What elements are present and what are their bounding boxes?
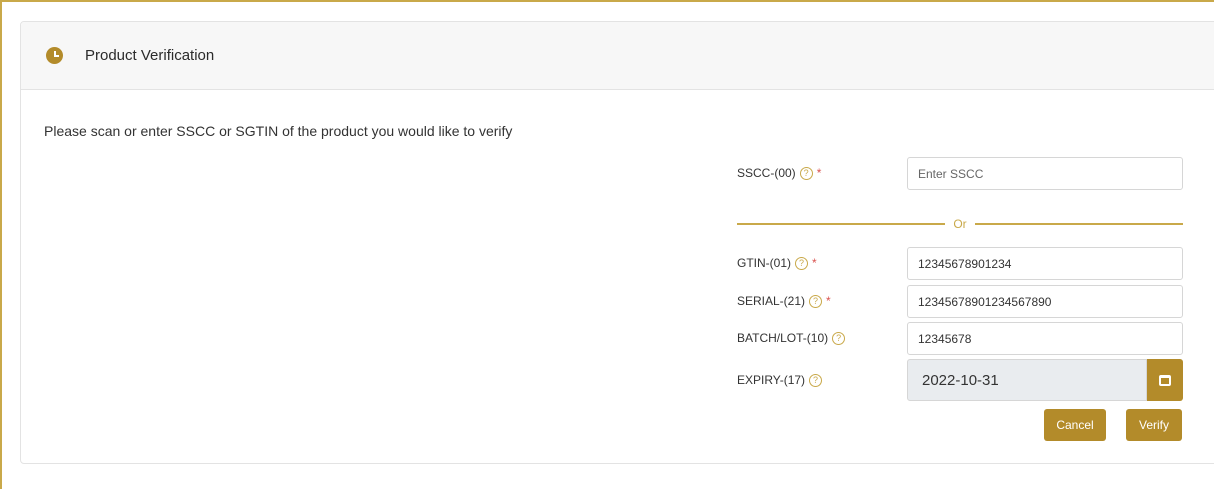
required-marker: * bbox=[812, 256, 817, 270]
batch-label: BATCH/LOT-(10) ? bbox=[737, 322, 846, 354]
clock-icon bbox=[46, 47, 63, 64]
batch-input[interactable] bbox=[907, 322, 1183, 355]
serial-input[interactable] bbox=[907, 285, 1183, 318]
sscc-input[interactable] bbox=[907, 157, 1183, 190]
or-text: Or bbox=[953, 217, 967, 231]
help-icon[interactable]: ? bbox=[795, 256, 808, 270]
gtin-label: GTIN-(01) ? * bbox=[737, 247, 817, 279]
page: Product Verification Please scan or ente… bbox=[0, 0, 1214, 489]
required-marker: * bbox=[816, 166, 822, 180]
help-icon[interactable]: ? bbox=[799, 166, 813, 180]
help-icon[interactable]: ? bbox=[809, 294, 823, 308]
sscc-label-text: SSCC-(00) bbox=[737, 166, 796, 180]
divider-line bbox=[737, 223, 946, 225]
serial-label: SERIAL-(21) ? * bbox=[737, 285, 831, 317]
cancel-button[interactable]: Cancel bbox=[1044, 409, 1106, 441]
expiry-label: EXPIRY-(17) ? bbox=[737, 364, 823, 396]
calendar-button[interactable] bbox=[1147, 359, 1183, 401]
help-icon[interactable]: ? bbox=[832, 331, 846, 345]
card-title: Product Verification bbox=[85, 47, 215, 64]
gtin-input[interactable] bbox=[907, 247, 1183, 280]
required-marker: * bbox=[826, 294, 831, 308]
help-icon[interactable]: ? bbox=[809, 373, 823, 387]
intro-text: Please scan or enter SSCC or SGTIN of th… bbox=[44, 123, 513, 139]
calendar-icon bbox=[1159, 374, 1171, 386]
gtin-label-text: GTIN-(01) bbox=[737, 256, 791, 270]
expiry-label-text: EXPIRY-(17) bbox=[737, 373, 806, 387]
batch-label-text: BATCH/LOT-(10) bbox=[737, 331, 829, 345]
divider-line bbox=[974, 223, 1183, 225]
card-header: Product Verification bbox=[21, 22, 1214, 90]
sscc-label: SSCC-(00) ? * bbox=[737, 157, 821, 189]
or-divider: Or bbox=[737, 217, 1183, 231]
product-verification-card: Product Verification Please scan or ente… bbox=[20, 21, 1214, 464]
serial-label-text: SERIAL-(21) bbox=[737, 294, 806, 308]
expiry-date-input[interactable] bbox=[907, 359, 1147, 401]
verify-button[interactable]: Verify bbox=[1126, 409, 1182, 441]
